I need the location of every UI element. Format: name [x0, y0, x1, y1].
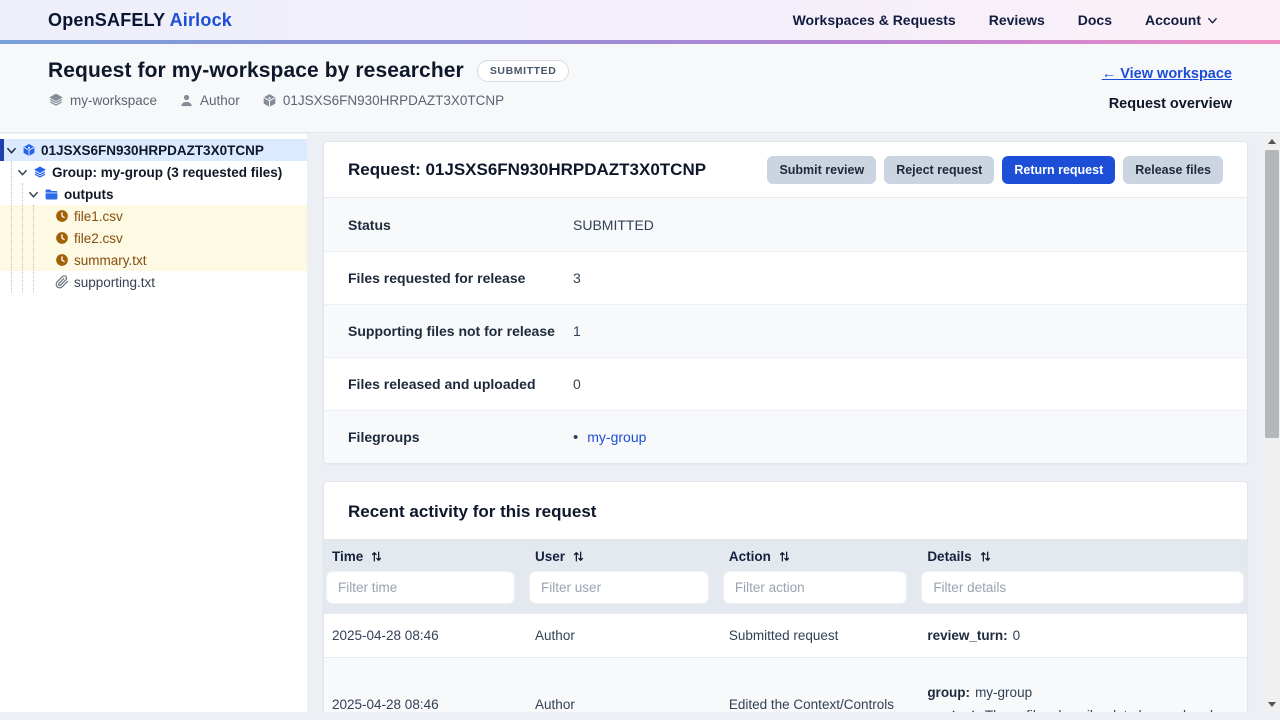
- tree-file-label: summary.txt: [74, 253, 147, 268]
- status-badge: SUBMITTED: [477, 60, 570, 82]
- column-header-time[interactable]: Time: [324, 539, 527, 568]
- tree-folder-label: outputs: [64, 187, 114, 202]
- reject-request-button[interactable]: Reject request: [884, 156, 994, 184]
- nav-account-label: Account: [1145, 12, 1201, 28]
- request-card-title: Request: 01JSXS6FN930HRPDAZT3X0TCNP: [348, 160, 706, 180]
- user-icon: [179, 93, 194, 108]
- page-header: Request for my-workspace by researcher S…: [0, 44, 1280, 133]
- bullet: •: [573, 429, 578, 446]
- tree-file-label: supporting.txt: [74, 275, 155, 290]
- overview-row-files-requested: Files requested for release 3: [324, 251, 1247, 304]
- column-header-action[interactable]: Action: [721, 539, 919, 568]
- tree-item-summary[interactable]: summary.txt: [0, 249, 307, 271]
- workspace-meta: my-workspace: [48, 92, 157, 108]
- tree-guide-line: [11, 161, 12, 293]
- layers-icon: [48, 92, 64, 108]
- cell-user: Author: [527, 658, 721, 712]
- scrollbar-thumb[interactable]: [1265, 150, 1279, 438]
- cell-details: group:my-group context:These files descr…: [919, 658, 1247, 712]
- brand-airlock: Airlock: [170, 10, 232, 30]
- sort-icon: [979, 550, 992, 563]
- chevron-down-icon[interactable]: [28, 189, 39, 200]
- tree-file-label: file1.csv: [74, 209, 123, 224]
- request-cube-icon: [22, 143, 36, 157]
- tree-root-label: 01JSXS6FN930HRPDAZT3X0TCNP: [41, 143, 264, 158]
- nav-docs[interactable]: Docs: [1078, 12, 1112, 28]
- release-files-button[interactable]: Release files: [1123, 156, 1223, 184]
- main-nav: Workspaces & Requests Reviews Docs Accou…: [793, 12, 1218, 28]
- author-name: Author: [200, 93, 240, 108]
- author-meta: Author: [179, 93, 240, 108]
- sort-icon: [778, 550, 791, 563]
- file-tree-sidebar: 01JSXS6FN930HRPDAZT3X0TCNP Group: my-gro…: [0, 134, 307, 712]
- chevron-down-icon[interactable]: [6, 145, 17, 156]
- filter-time-input[interactable]: [326, 571, 515, 604]
- folder-icon: [44, 187, 59, 202]
- overview-row-supporting-files: Supporting files not for release 1: [324, 304, 1247, 357]
- column-header-details[interactable]: Details: [919, 539, 1247, 568]
- sort-icon: [572, 550, 585, 563]
- tree-guide-line: [22, 183, 23, 293]
- activity-row: 2025-04-28 08:46 Author Submitted reques…: [324, 613, 1247, 657]
- content-column: Request: 01JSXS6FN930HRPDAZT3X0TCNP Subm…: [307, 134, 1264, 712]
- filter-action-input[interactable]: [723, 571, 907, 604]
- request-overview-label: Request overview: [1109, 96, 1232, 112]
- file-pending-icon: [55, 253, 69, 267]
- nav-account-menu[interactable]: Account: [1145, 12, 1218, 28]
- top-navbar: OpenSAFELY Airlock Workspaces & Requests…: [0, 0, 1280, 40]
- group-layers-icon: [33, 165, 47, 179]
- overview-row-files-released: Files released and uploaded 0: [324, 357, 1247, 410]
- chevron-down-icon[interactable]: [17, 167, 28, 178]
- submit-review-button[interactable]: Submit review: [767, 156, 876, 184]
- main-region: 01JSXS6FN930HRPDAZT3X0TCNP Group: my-gro…: [0, 134, 1280, 712]
- tree-item-group[interactable]: Group: my-group (3 requested files): [0, 161, 307, 183]
- tree-group-label: Group: my-group (3 requested files): [52, 165, 282, 180]
- chevron-down-icon: [1207, 15, 1218, 26]
- activity-table-header: Time User Action Details: [324, 539, 1247, 568]
- overview-row-filegroups: Filegroups • my-group: [324, 410, 1247, 463]
- tree-item-supporting[interactable]: supporting.txt: [0, 271, 307, 293]
- tree-item-request-root[interactable]: 01JSXS6FN930HRPDAZT3X0TCNP: [0, 139, 307, 161]
- cell-action: Submitted request: [721, 614, 919, 657]
- filter-details-input[interactable]: [921, 571, 1244, 604]
- nav-reviews[interactable]: Reviews: [989, 12, 1045, 28]
- nav-workspaces-requests[interactable]: Workspaces & Requests: [793, 12, 956, 28]
- tree-file-label: file2.csv: [74, 231, 123, 246]
- sort-icon: [370, 550, 383, 563]
- cell-time: 2025-04-28 08:46: [324, 658, 527, 712]
- activity-row: 2025-04-28 08:46 Author Edited the Conte…: [324, 657, 1247, 712]
- request-overview-card: Request: 01JSXS6FN930HRPDAZT3X0TCNP Subm…: [323, 141, 1248, 464]
- overview-row-status: Status SUBMITTED: [324, 198, 1247, 251]
- return-request-button[interactable]: Return request: [1002, 156, 1115, 184]
- activity-title: Recent activity for this request: [324, 482, 1247, 539]
- request-id: 01JSXS6FN930HRPDAZT3X0TCNP: [283, 93, 504, 108]
- tree-item-outputs-folder[interactable]: outputs: [0, 183, 307, 205]
- scrollbar-down-arrow[interactable]: [1264, 697, 1280, 712]
- column-header-user[interactable]: User: [527, 539, 721, 568]
- file-pending-icon: [55, 231, 69, 245]
- request-meta-row: my-workspace Author 01JSXS6FN930HRPDAZT3…: [48, 92, 569, 108]
- paperclip-icon: [55, 275, 69, 289]
- scrollbar-up-arrow[interactable]: [1264, 134, 1280, 149]
- tree-item-file2[interactable]: file2.csv: [0, 227, 307, 249]
- cell-user: Author: [527, 614, 721, 657]
- workspace-name: my-workspace: [70, 93, 157, 108]
- cell-details: review_turn:0: [919, 614, 1247, 657]
- filter-user-input[interactable]: [529, 571, 709, 604]
- request-id-meta: 01JSXS6FN930HRPDAZT3X0TCNP: [262, 93, 504, 108]
- file-pending-icon: [55, 209, 69, 223]
- filegroup-link[interactable]: my-group: [587, 429, 646, 445]
- package-icon: [262, 93, 277, 108]
- view-workspace-link[interactable]: ← View workspace: [1102, 66, 1232, 82]
- app-logo[interactable]: OpenSAFELY Airlock: [48, 10, 232, 31]
- recent-activity-card: Recent activity for this request Time Us…: [323, 481, 1248, 712]
- tree-item-file1[interactable]: file1.csv: [0, 205, 307, 227]
- brand-opensafely: OpenSAFELY: [48, 10, 165, 30]
- vertical-scrollbar[interactable]: [1264, 134, 1280, 712]
- page-title: Request for my-workspace by researcher: [48, 59, 464, 83]
- cell-time: 2025-04-28 08:46: [324, 614, 527, 657]
- cell-action: Edited the Context/Controls: [721, 658, 919, 712]
- activity-filter-row: [324, 568, 1247, 613]
- tree-guide-line: [33, 205, 34, 293]
